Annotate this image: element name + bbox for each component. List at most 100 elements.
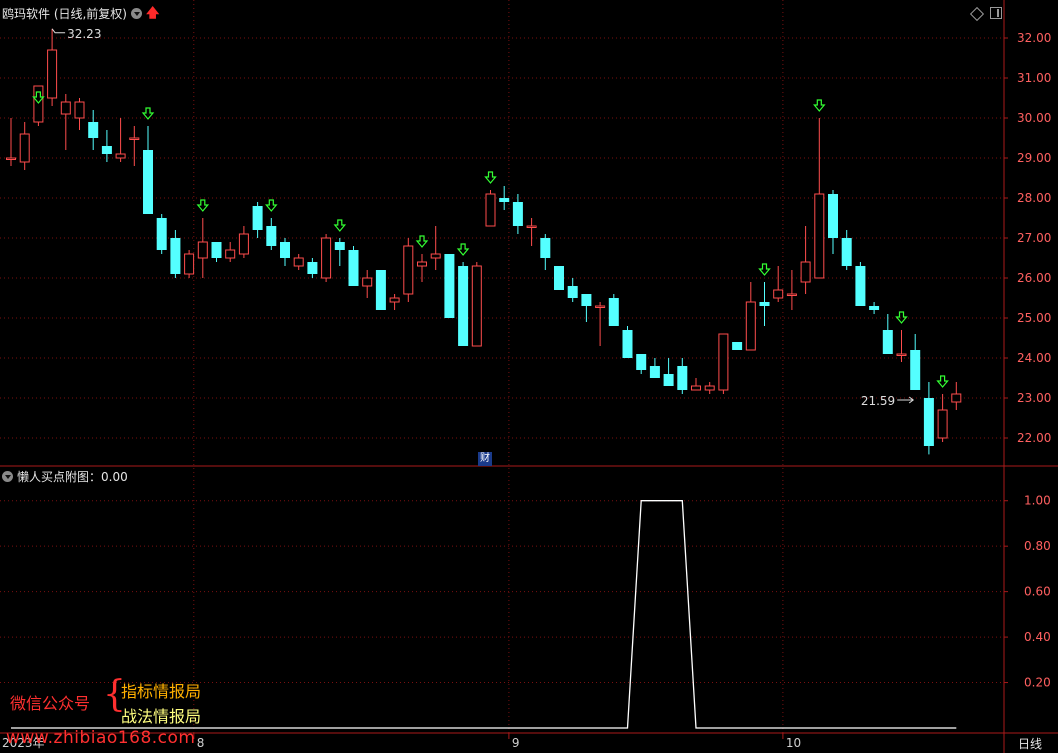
price-tick-label: 28.00 (1017, 191, 1051, 205)
candle-body (375, 270, 386, 310)
candle (649, 358, 660, 378)
price-tick-label: 29.00 (1017, 151, 1051, 165)
candle (855, 262, 866, 306)
candle (458, 262, 469, 346)
candle (307, 258, 318, 278)
candle (101, 130, 112, 162)
diamond-icon[interactable] (969, 6, 985, 22)
indicator-menu-dropdown-icon[interactable] (2, 471, 13, 482)
candle (540, 234, 551, 270)
candle-body (321, 237, 332, 279)
buy-signal-arrow-icon (141, 107, 155, 120)
candle (417, 254, 427, 282)
candle (143, 126, 153, 214)
candle (608, 294, 619, 326)
candle-body (19, 133, 30, 163)
candle (663, 358, 674, 386)
buy-signal-arrow-icon (936, 375, 949, 388)
candle (170, 230, 181, 278)
candle (334, 238, 345, 266)
candle-body (6, 157, 16, 160)
candle (280, 238, 290, 266)
candle-body (745, 301, 756, 351)
red-up-arrow-icon[interactable]: 🡅 (146, 7, 159, 20)
buy-signal-arrow-icon (196, 199, 210, 212)
candle-body (430, 253, 441, 259)
candle-body (622, 330, 633, 358)
candle-body (170, 238, 181, 274)
chart-title[interactable]: 鸥玛软件 (日线,前复权) (2, 5, 127, 22)
candle-body (266, 226, 277, 246)
watermark-line-1: 指标情报局 (121, 682, 202, 701)
candle (869, 302, 880, 314)
candle-body (718, 333, 729, 391)
price-tick-label: 22.00 (1017, 431, 1051, 445)
buy-signal-arrow-icon (456, 243, 470, 256)
candle (238, 226, 249, 258)
candle-body (197, 241, 208, 259)
indicator-tick-label: 0.40 (1024, 630, 1051, 644)
candle (266, 218, 277, 250)
stock-chart[interactable]: 32.23 21.59 32.00 31.00 30.00 29.00 28.00 27.0… (0, 0, 1058, 753)
candle-body (362, 277, 373, 287)
candle (211, 242, 222, 262)
price-tick-label: 23.00 (1017, 391, 1051, 405)
candle (526, 218, 537, 246)
buy-signal-arrow-icon (265, 199, 278, 212)
candle (636, 354, 647, 374)
candle-body (471, 265, 482, 347)
candle-body (444, 254, 455, 318)
finance-badge[interactable]: 财 (478, 452, 492, 466)
candle (499, 186, 510, 210)
candle-body (280, 242, 290, 258)
price-tick-label: 30.00 (1017, 111, 1051, 125)
candle (471, 262, 482, 347)
candle-body (293, 257, 304, 267)
candle (47, 28, 58, 106)
candle (19, 122, 30, 170)
candle (485, 190, 496, 227)
candle-body (334, 242, 345, 250)
candle-body (499, 198, 510, 202)
candle (581, 294, 592, 322)
candle-body (238, 233, 249, 255)
candle-body (759, 302, 770, 306)
candle-body (841, 238, 852, 266)
candle-body (567, 286, 578, 298)
date-tick-label: 10 (786, 736, 801, 750)
chart-menu-dropdown-icon[interactable] (131, 8, 142, 19)
candle-body (773, 289, 784, 299)
indicator-tick-label: 0.20 (1024, 676, 1051, 690)
candle-body (595, 305, 606, 308)
candle-body (101, 146, 112, 154)
date-tick-label: 9 (512, 736, 520, 750)
candle (293, 254, 304, 270)
watermark-url: www.zhibiao168.com (6, 728, 196, 748)
candle-body (211, 242, 222, 258)
price-tick-label: 31.00 (1017, 71, 1051, 85)
candle-body (554, 266, 564, 290)
candle (554, 266, 564, 290)
price-tick-label: 27.00 (1017, 231, 1051, 245)
panel-toggle-icon[interactable] (990, 7, 1002, 19)
buy-signal-arrow-icon (813, 99, 826, 112)
candle (910, 334, 921, 390)
buy-signal-arrow-icon (758, 263, 771, 276)
period-label[interactable]: 日线 (1018, 735, 1042, 752)
candle (745, 282, 756, 351)
candle-body (348, 250, 359, 286)
price-tick-label: 32.00 (1017, 31, 1051, 45)
candle (691, 378, 701, 391)
high-annotation: 32.23 (67, 27, 101, 41)
candle-body (786, 293, 797, 296)
candle (321, 234, 332, 282)
candle (882, 314, 893, 354)
candle-body (869, 306, 880, 310)
candle-body (581, 294, 592, 306)
candle-body (389, 297, 400, 303)
watermark-wechat-label: 微信公众号 (10, 694, 91, 713)
candle-body (225, 249, 236, 259)
candle-body (882, 330, 893, 354)
indicator-title[interactable]: 懒人买点附图：0.00 (17, 468, 128, 485)
candle (923, 382, 934, 455)
